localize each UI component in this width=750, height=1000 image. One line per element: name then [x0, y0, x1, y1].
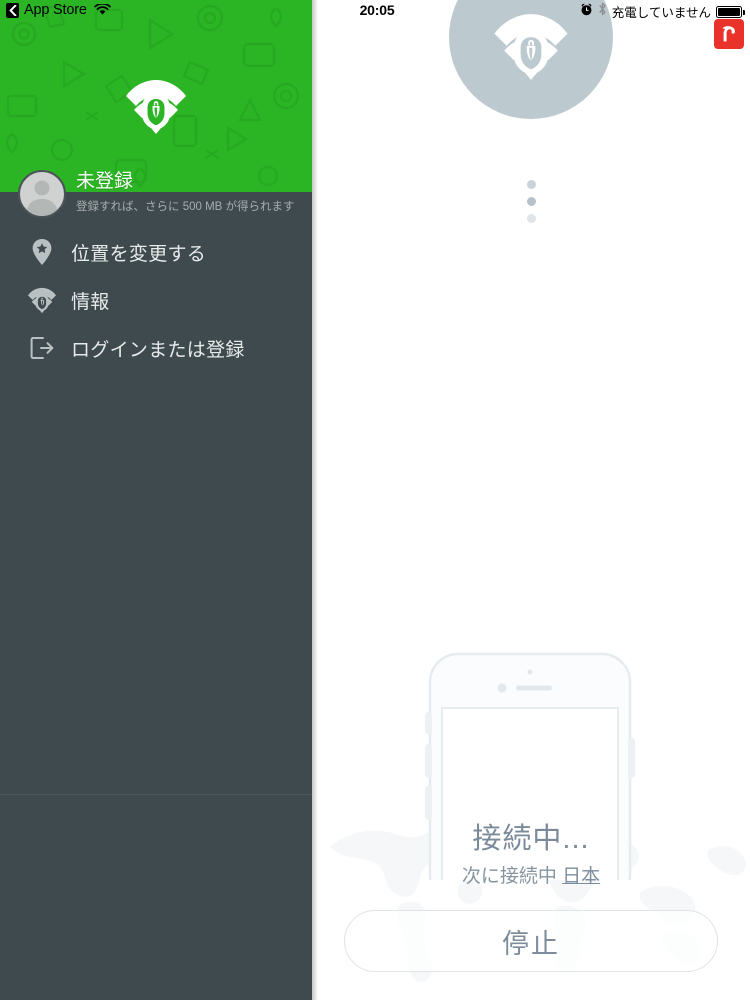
user-subtitle: 登録すれば、さらに 500 MB が得られます [76, 201, 295, 213]
app-root: App Store 未登録 登録すれば、さらに 500 MB が得られます 位置… [0, 0, 750, 1000]
next-connection-prefix: 次に接続中 [461, 866, 563, 887]
sidebar-divider [0, 794, 312, 795]
sidebar-menu: 位置を変更する 情報 ログインまたは登録 [0, 228, 312, 372]
sidebar-item-label: ログインまたは登録 [71, 339, 245, 361]
sidebar-item-login-register[interactable]: ログインまたは登録 [0, 324, 312, 372]
sidebar-item-label: 位置を変更する [71, 243, 207, 265]
charging-status-label: 充電していません [611, 6, 711, 20]
connection-status-block: 接続中... 次に接続中 日本 [312, 820, 750, 890]
selected-location-link[interactable]: 日本 [562, 866, 600, 887]
phantom-vpn-logo-icon [124, 76, 188, 138]
wifi-icon [93, 4, 111, 16]
map-pin-star-icon [26, 238, 58, 266]
sidebar-item-change-location[interactable]: 位置を変更する [0, 228, 312, 276]
bluetooth-icon [598, 2, 607, 21]
loading-dot [526, 180, 536, 189]
connection-status-title: 接続中... [472, 823, 590, 855]
main-panel: 20:05 充電していません 接続中... 次に接続中 日本 停止 [312, 0, 750, 1000]
loading-dot [526, 197, 536, 206]
connection-status-subtitle: 次に接続中 日本 [312, 864, 750, 890]
drawer-shadow [312, 0, 318, 1000]
stop-button-label: 停止 [502, 928, 560, 959]
status-bar-back-label[interactable]: App Store [24, 2, 87, 18]
sidebar-drawer: App Store 未登録 登録すれば、さらに 500 MB が得られます 位置… [0, 0, 312, 1000]
stop-button[interactable]: 停止 [344, 910, 718, 972]
avira-logo-badge[interactable] [714, 19, 744, 49]
loading-dots-indicator [312, 180, 750, 223]
chevron-left-icon[interactable] [6, 2, 19, 18]
vpn-shield-icon [26, 286, 58, 314]
user-avatar-icon [18, 170, 66, 218]
loading-dot [526, 214, 536, 223]
battery-full-icon [716, 5, 745, 18]
logout-icon [26, 336, 58, 360]
status-bar-time: 20:05 [359, 2, 395, 18]
alarm-clock-icon [580, 3, 593, 21]
status-bar-right: 20:05 充電していません [312, 0, 750, 20]
user-name: 未登録 [76, 171, 134, 192]
sidebar-item-label: 情報 [71, 291, 110, 313]
status-bar-left: App Store [0, 0, 312, 20]
sidebar-user-row[interactable]: 未登録 登録すれば、さらに 500 MB が得られます [0, 160, 312, 220]
phantom-vpn-logo-icon [492, 9, 570, 90]
sidebar-item-info[interactable]: 情報 [0, 276, 312, 324]
